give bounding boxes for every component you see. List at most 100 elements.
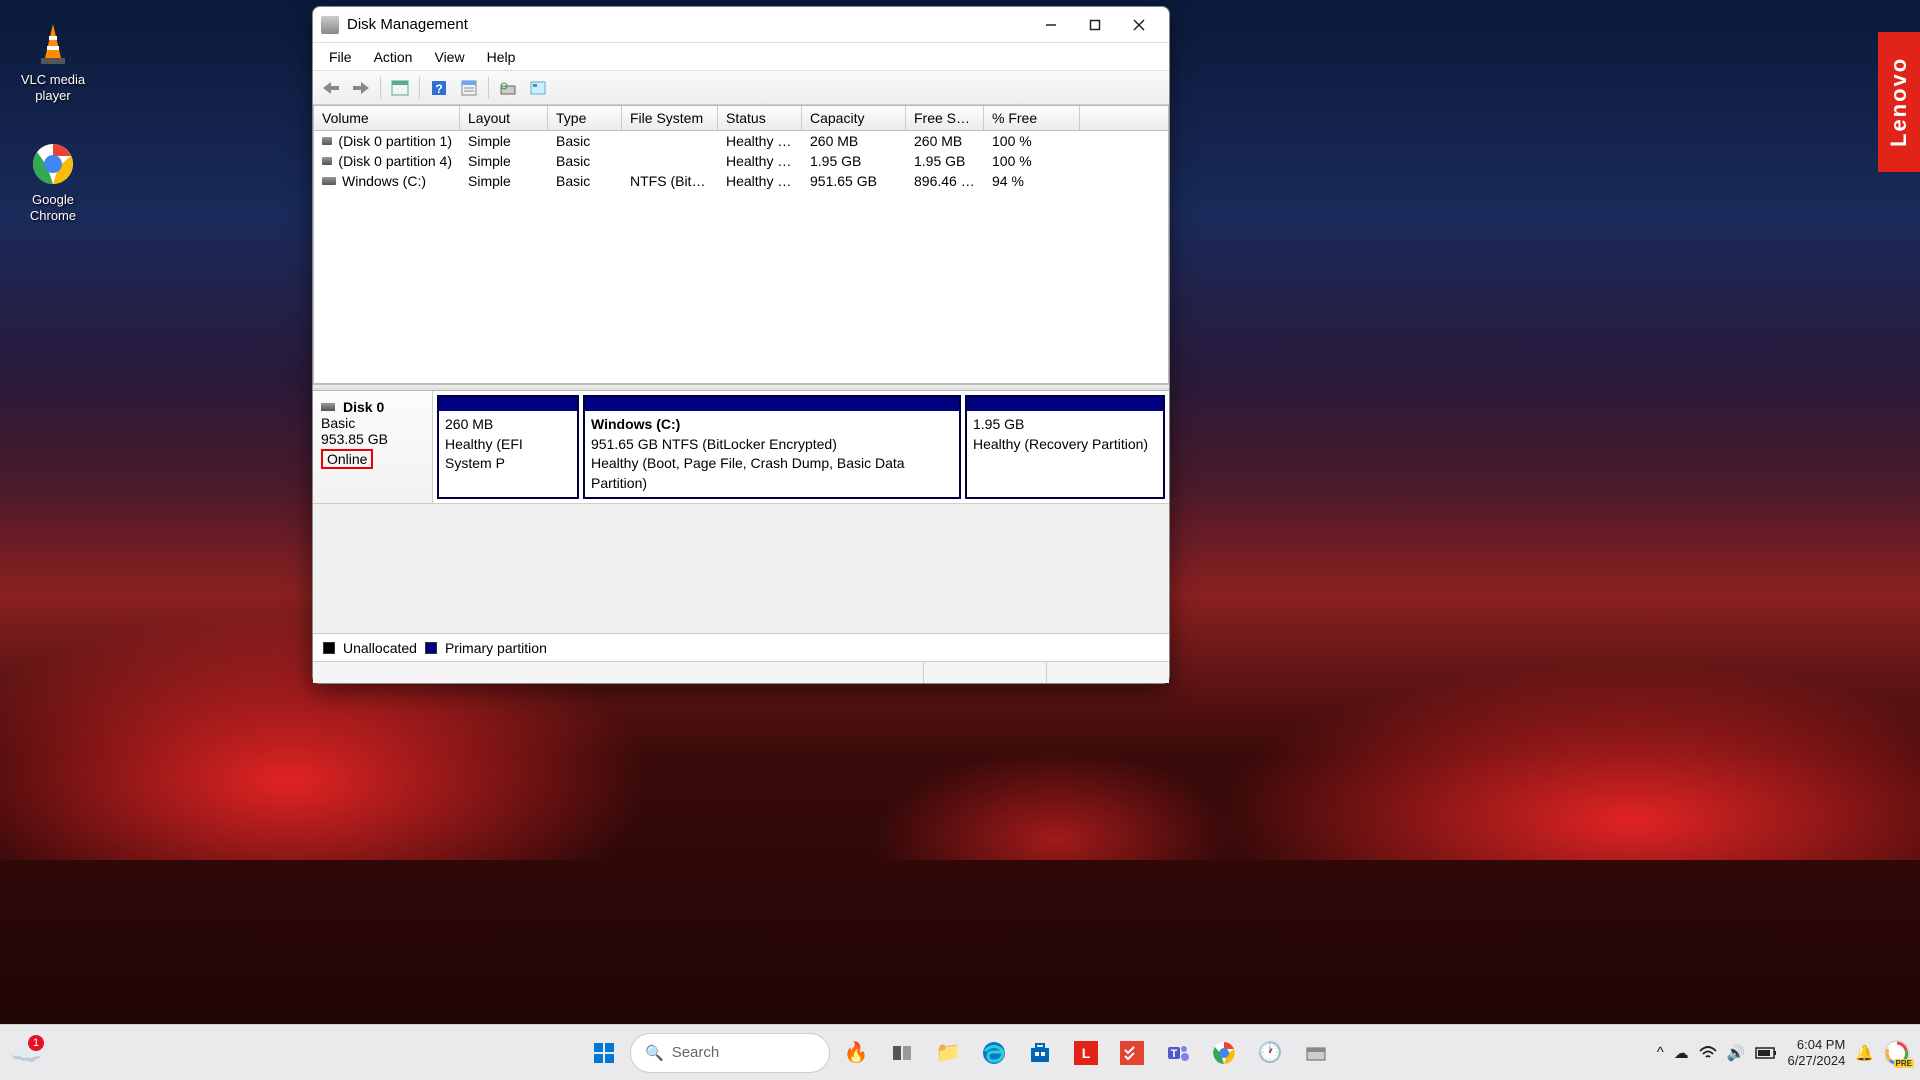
menu-action[interactable]: Action (364, 45, 423, 69)
cell-fs (622, 131, 718, 151)
desktop-icon-chrome[interactable]: Google Chrome (8, 140, 98, 223)
properties-button[interactable] (455, 75, 483, 101)
tray-chevron-icon[interactable]: ^ (1657, 1044, 1664, 1061)
taskbar-teams[interactable]: T (1158, 1033, 1198, 1073)
table-row[interactable]: Windows (C:) Simple Basic NTFS (BitLo...… (314, 171, 1168, 191)
taskbar-clock[interactable]: 6:04 PM 6/27/2024 (1787, 1037, 1845, 1068)
clock-time: 6:04 PM (1787, 1037, 1845, 1053)
window-statusbar (313, 661, 1169, 683)
legend-unallocated: Unallocated (343, 640, 417, 656)
volume-icon (322, 137, 332, 145)
svg-text:L: L (1082, 1045, 1091, 1061)
volume-icon (322, 177, 336, 185)
cell-free: 1.95 GB (906, 151, 984, 171)
minimize-button[interactable] (1029, 9, 1073, 41)
lenovo-tab[interactable]: Lenovo (1878, 32, 1920, 172)
col-layout[interactable]: Layout (460, 106, 548, 130)
partition-recovery[interactable]: 1.95 GB Healthy (Recovery Partition) (965, 395, 1165, 499)
col-volume[interactable]: Volume (314, 106, 460, 130)
back-button[interactable] (317, 75, 345, 101)
help-button[interactable]: ? (425, 75, 453, 101)
tray-wifi-icon[interactable] (1699, 1046, 1717, 1060)
cell-free: 260 MB (906, 131, 984, 151)
cell-capacity: 1.95 GB (802, 151, 906, 171)
cell-volume: (Disk 0 partition 4) (338, 153, 452, 169)
taskbar-explorer[interactable]: 📁 (928, 1033, 968, 1073)
refresh-button[interactable] (494, 75, 522, 101)
start-button[interactable] (584, 1033, 624, 1073)
close-button[interactable] (1117, 9, 1161, 41)
partition-size: 1.95 GB (973, 415, 1157, 435)
cell-pct: 94 % (984, 171, 1080, 191)
tray-volume-icon[interactable]: 🔊 (1727, 1044, 1746, 1062)
cell-capacity: 260 MB (802, 131, 906, 151)
disk-icon (321, 403, 335, 411)
cell-fs: NTFS (BitLo... (622, 171, 718, 191)
col-type[interactable]: Type (548, 106, 622, 130)
col-status[interactable]: Status (718, 106, 802, 130)
cell-type: Basic (548, 131, 622, 151)
legend-swatch-primary (425, 642, 437, 654)
desktop-icon-label: Google Chrome (8, 192, 98, 223)
disk-info[interactable]: Disk 0 Basic 953.85 GB Online (313, 391, 433, 503)
menu-help[interactable]: Help (477, 45, 526, 69)
search-icon: 🔍 (645, 1044, 664, 1062)
taskbar-flame-icon[interactable]: 🔥 (836, 1033, 876, 1073)
table-body[interactable]: (Disk 0 partition 1) Simple Basic Health… (314, 131, 1168, 383)
legend-primary: Primary partition (445, 640, 547, 656)
titlebar[interactable]: Disk Management (313, 7, 1169, 43)
maximize-button[interactable] (1073, 9, 1117, 41)
cell-volume: (Disk 0 partition 1) (338, 133, 452, 149)
partition-windows-c[interactable]: Windows (C:) 951.65 GB NTFS (BitLocker E… (583, 395, 961, 499)
taskbar-edge[interactable] (974, 1033, 1014, 1073)
taskbar-clock-app[interactable]: 🕐 (1250, 1033, 1290, 1073)
col-capacity[interactable]: Capacity (802, 106, 906, 130)
settings-button[interactable] (524, 75, 552, 101)
taskbar-disk-mgmt[interactable] (1296, 1033, 1336, 1073)
splitter[interactable] (313, 384, 1169, 391)
col-filesystem[interactable]: File System (622, 106, 718, 130)
cell-type: Basic (548, 151, 622, 171)
partition-status: Healthy (EFI System P (445, 435, 571, 474)
menu-file[interactable]: File (319, 45, 362, 69)
col-free[interactable]: Free Sp... (906, 106, 984, 130)
table-row[interactable]: (Disk 0 partition 1) Simple Basic Health… (314, 131, 1168, 151)
taskbar: ☁️ 1 🔍 Search 🔥 📁 L T 🕐 ^ ☁ 🔊 6:04 PM 6/… (0, 1024, 1920, 1080)
partition-size: 951.65 GB NTFS (BitLocker Encrypted) (591, 435, 953, 455)
weather-badge: 1 (28, 1035, 44, 1051)
disk-name: Disk 0 (343, 399, 424, 415)
partition-cap (967, 397, 1163, 411)
volume-icon (322, 157, 332, 165)
forward-button[interactable] (347, 75, 375, 101)
chrome-icon (29, 140, 77, 188)
content-area: Volume Layout Type File System Status Ca… (313, 105, 1169, 661)
tray-onedrive-icon[interactable]: ☁ (1674, 1044, 1689, 1062)
show-hide-tree-button[interactable] (386, 75, 414, 101)
cell-fs (622, 151, 718, 171)
col-pct-free[interactable]: % Free (984, 106, 1080, 130)
tray-notifications-icon[interactable]: 🔔 (1855, 1044, 1874, 1062)
partition-efi[interactable]: 260 MB Healthy (EFI System P (437, 395, 579, 499)
disk-size: 953.85 GB (321, 431, 424, 447)
cell-layout: Simple (460, 151, 548, 171)
cell-status: Healthy (B... (718, 171, 802, 191)
menu-view[interactable]: View (424, 45, 474, 69)
cell-status: Healthy (E... (718, 131, 802, 151)
toolbar: ? (313, 71, 1169, 105)
taskbar-todoist[interactable] (1112, 1033, 1152, 1073)
disk-row: Disk 0 Basic 953.85 GB Online 260 MB Hea… (313, 391, 1169, 504)
search-placeholder: Search (672, 1044, 720, 1061)
taskbar-lenovo[interactable]: L (1066, 1033, 1106, 1073)
taskbar-chrome[interactable] (1204, 1033, 1244, 1073)
disk-type: Basic (321, 415, 424, 431)
taskbar-task-view[interactable] (882, 1033, 922, 1073)
tray-battery-icon[interactable] (1755, 1047, 1777, 1059)
table-row[interactable]: (Disk 0 partition 4) Simple Basic Health… (314, 151, 1168, 171)
taskbar-weather[interactable]: ☁️ 1 (10, 1037, 42, 1069)
partition-cap (439, 397, 577, 411)
search-box[interactable]: 🔍 Search (630, 1033, 830, 1073)
taskbar-store[interactable] (1020, 1033, 1060, 1073)
desktop-icon-vlc[interactable]: VLC media player (8, 20, 98, 103)
tray-pre-icon[interactable]: PRE (1884, 1040, 1910, 1066)
partition-name: Windows (C:) (591, 415, 953, 435)
